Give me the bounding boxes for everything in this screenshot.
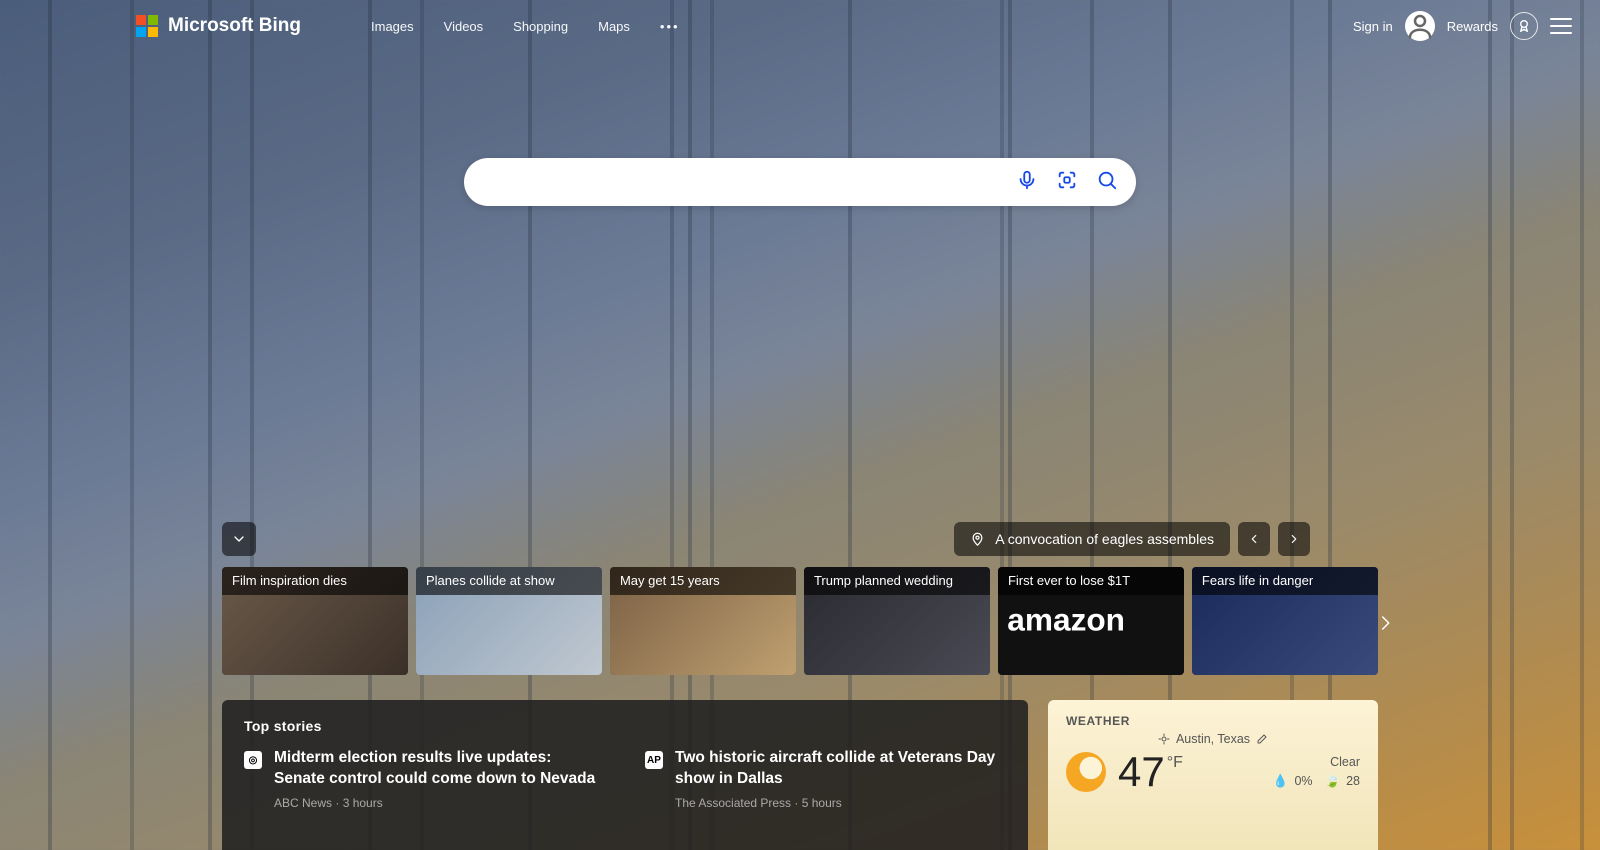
top-stories-heading: Top stories [244,718,1006,734]
microsoft-logo-icon [136,15,158,37]
trending-carousel: Film inspiration dies Planes collide at … [222,567,1378,675]
location-pin-icon [970,532,985,547]
top-story-headline: Two historic aircraft collide at Veteran… [675,748,1006,790]
search-bar [464,158,1136,206]
nav-shopping[interactable]: Shopping [513,19,568,34]
chevron-right-icon [1287,532,1301,546]
weather-heading: WEATHER [1066,714,1360,728]
primary-nav: Images Videos Shopping Maps ••• [371,19,680,34]
image-next-button[interactable] [1278,522,1310,556]
target-icon [1158,733,1170,745]
weather-aqi: 28 [1346,772,1360,791]
image-of-the-day-bar: A convocation of eagles assembles [954,522,1310,556]
trending-card[interactable]: Film inspiration dies [222,567,408,675]
top-story-item[interactable]: AP Two historic aircraft collide at Vete… [645,748,1006,810]
image-of-the-day-info[interactable]: A convocation of eagles assembles [954,522,1230,556]
nav-maps[interactable]: Maps [598,19,630,34]
weather-location[interactable]: Austin, Texas [1066,732,1360,746]
edit-icon[interactable] [1256,733,1268,745]
trending-card-title: Fears life in danger [1192,567,1378,595]
source-badge-icon: ◎ [244,751,262,769]
weather-precip: 0% [1294,772,1312,791]
image-of-the-day-caption: A convocation of eagles assembles [995,531,1214,547]
trending-card[interactable]: Planes collide at show [416,567,602,675]
rewards-link[interactable]: Rewards [1447,19,1498,34]
avatar-icon[interactable] [1405,11,1435,41]
top-story-meta: The Associated Press · 5 hours [675,796,1006,810]
collapse-feed-button[interactable] [222,522,256,556]
chevron-down-icon [231,531,247,547]
brand-logo-group[interactable]: Microsoft Bing [136,15,301,37]
trending-card-title: May get 15 years [610,567,796,595]
weather-panel[interactable]: WEATHER Austin, Texas 47°F Clear 💧 0% 🍃 28 [1048,700,1378,850]
top-story-meta: ABC News · 3 hours [274,796,605,810]
rewards-badge-icon[interactable] [1510,12,1538,40]
chevron-left-icon [1247,532,1261,546]
trending-card[interactable]: Trump planned wedding [804,567,990,675]
hamburger-menu-icon[interactable] [1550,18,1572,34]
trending-card[interactable]: First ever to lose $1T [998,567,1184,675]
weather-condition: Clear [1273,753,1360,772]
leaf-icon: 🍃 [1325,772,1341,791]
trending-card[interactable]: Fears life in danger [1192,567,1378,675]
carousel-next-button[interactable] [1370,598,1400,648]
microphone-icon[interactable] [1016,169,1038,196]
image-search-icon[interactable] [1056,169,1078,196]
trending-card-title: First ever to lose $1T [998,567,1184,595]
trending-card-title: Film inspiration dies [222,567,408,595]
nav-more-icon[interactable]: ••• [660,19,680,34]
bottom-panels: Top stories ◎ Midterm election results l… [222,700,1378,850]
top-stories-panel: Top stories ◎ Midterm election results l… [222,700,1028,850]
top-story-headline: Midterm election results live updates: S… [274,748,605,790]
trending-card-title: Planes collide at show [416,567,602,595]
image-prev-button[interactable] [1238,522,1270,556]
top-story-item[interactable]: ◎ Midterm election results live updates:… [244,748,605,810]
nav-videos[interactable]: Videos [444,19,484,34]
moon-icon [1066,752,1106,792]
chevron-right-icon [1376,608,1394,638]
weather-temp: 47°F [1118,748,1183,796]
sign-in-link[interactable]: Sign in [1353,19,1393,34]
nav-images[interactable]: Images [371,19,414,34]
header: Microsoft Bing Images Videos Shopping Ma… [0,0,1600,52]
source-badge-icon: AP [645,751,663,769]
search-icon[interactable] [1096,169,1118,196]
trending-card[interactable]: May get 15 years [610,567,796,675]
brand-name: Microsoft Bing [168,15,301,37]
search-input[interactable] [488,173,1016,191]
trending-card-title: Trump planned wedding [804,567,990,595]
header-right: Sign in Rewards [1353,11,1572,41]
droplet-icon: 💧 [1273,772,1289,791]
